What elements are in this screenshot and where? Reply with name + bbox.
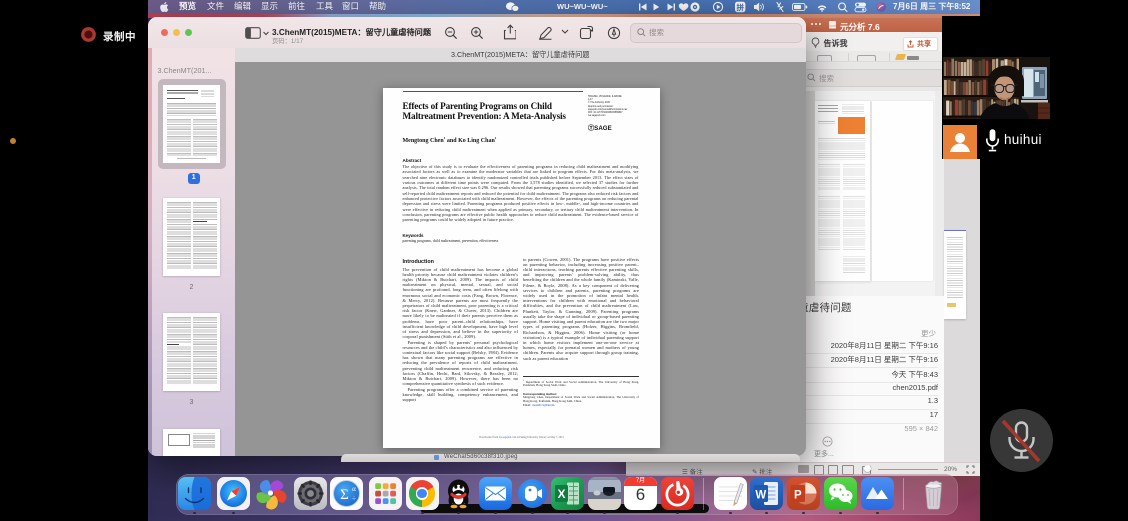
svg-text:P: P [794, 490, 802, 502]
svg-text:Σ: Σ [340, 487, 349, 503]
svg-text:拼: 拼 [736, 2, 744, 12]
svg-text:X: X [557, 487, 565, 501]
svg-text:W: W [755, 490, 766, 502]
svg-text:÷: ÷ [352, 495, 356, 503]
svg-text:α: α [352, 485, 356, 493]
